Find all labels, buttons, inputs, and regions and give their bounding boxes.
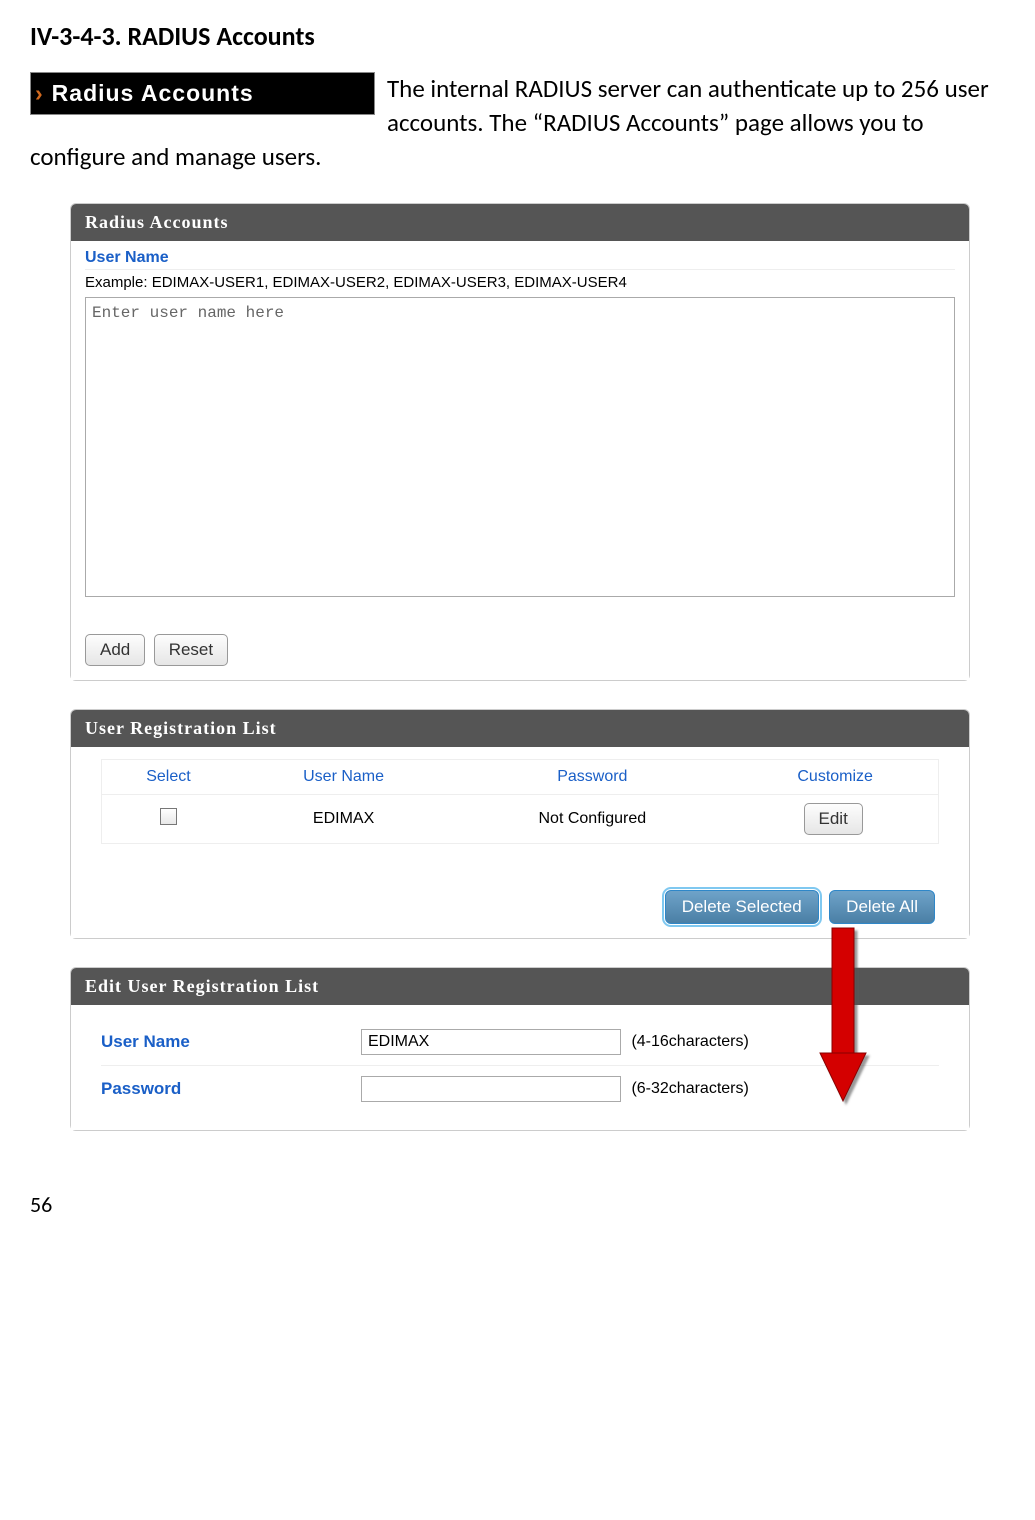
delete-all-button[interactable]: Delete All [829, 890, 935, 924]
panel-title-edit-user-registration: Edit User Registration List [71, 968, 969, 1005]
row-checkbox[interactable] [160, 808, 177, 825]
chevron-right-icon: › [35, 80, 44, 106]
table-row: EDIMAX Not Configured Edit [102, 795, 939, 844]
password-hint: (6-32characters) [631, 1080, 748, 1097]
cell-username: EDIMAX [235, 795, 452, 844]
page-number: 56 [30, 1191, 1005, 1218]
edit-username-input[interactable] [361, 1029, 621, 1055]
panel-user-registration-list: User Registration List Select User Name … [70, 709, 970, 939]
panel-title-user-registration: User Registration List [71, 710, 969, 747]
panel-edit-user-registration: Edit User Registration List User Name (4… [70, 967, 970, 1131]
reset-button[interactable]: Reset [154, 634, 228, 666]
edit-username-label: User Name [101, 1032, 361, 1052]
nav-badge-label: Radius Accounts [52, 80, 254, 106]
edit-password-label: Password [101, 1079, 361, 1099]
user-registration-table: Select User Name Password Customize EDIM… [101, 759, 939, 844]
username-textarea[interactable] [85, 297, 955, 597]
col-customize: Customize [732, 760, 938, 795]
intro-paragraph: ›Radius Accounts The internal RADIUS ser… [30, 72, 1005, 173]
panel-title-radius-accounts: Radius Accounts [71, 204, 969, 241]
col-select: Select [102, 760, 235, 795]
edit-password-input[interactable] [361, 1076, 621, 1102]
section-heading: IV-3-4-3. RADIUS Accounts [30, 20, 1005, 52]
add-button[interactable]: Add [85, 634, 145, 666]
edit-button[interactable]: Edit [804, 803, 863, 835]
username-hint: (4-16characters) [631, 1033, 748, 1050]
panel-radius-accounts: Radius Accounts User Name Example: EDIMA… [70, 203, 970, 681]
username-label: User Name [85, 249, 955, 270]
nav-badge-radius-accounts: › Radius Accounts [30, 72, 375, 115]
delete-selected-button[interactable]: Delete Selected [665, 890, 819, 924]
col-password: Password [452, 760, 732, 795]
example-text: Example: EDIMAX-USER1, EDIMAX-USER2, EDI… [71, 272, 969, 297]
cell-password: Not Configured [452, 795, 732, 844]
col-username: User Name [235, 760, 452, 795]
